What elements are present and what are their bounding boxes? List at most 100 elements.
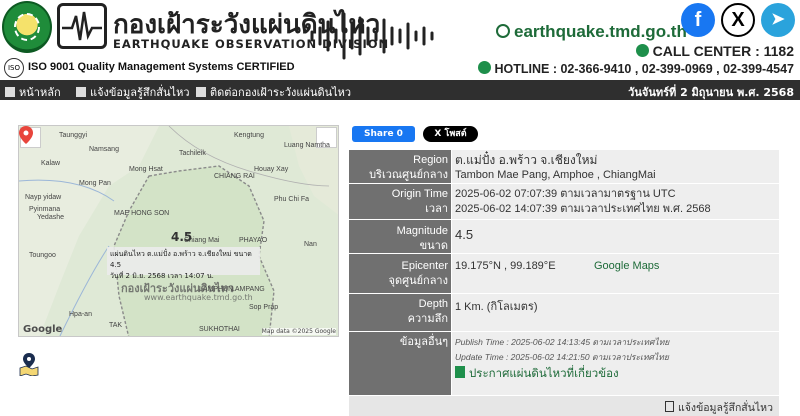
region-thai: ต.แม่ปั๋ง อ.พร้าว จ.เชียงใหม่: [455, 153, 598, 167]
epicenter-label-en: Epicenter: [401, 260, 448, 272]
map-label: Mong Pan: [79, 180, 111, 187]
update-time: Update Time : 2025-06-02 14:21:50 ตามเวล…: [455, 352, 669, 362]
document-icon: [455, 366, 465, 378]
nav-home-label: หน้าหลัก: [19, 86, 61, 99]
hotline-text: HOTLINE : 02-366-9410 , 02-399-0969 , 02…: [494, 62, 794, 76]
magnitude-value: 4.5: [452, 220, 779, 253]
home-icon: [5, 87, 15, 97]
magnitude-label-en: Magnitude: [396, 225, 448, 237]
epicenter-row: Epicenter จุดศูนย์กลาง 19.175°N , 99.189°…: [349, 253, 779, 293]
map-label: MAE HONG SON: [114, 210, 170, 217]
magnitude-label-th: ขนาด: [419, 240, 448, 252]
map-label: LAMPANG: [231, 286, 265, 293]
magnitude-row: Magnitude ขนาด 4.5: [349, 219, 779, 253]
report-felt-link[interactable]: แจ้งข้อมูลรู้สึกสั่นไหว: [665, 399, 773, 416]
google-logo: Google: [23, 324, 63, 335]
map-label: Mong Hsat: [129, 166, 163, 173]
x-twitter-icon[interactable]: X: [721, 3, 755, 37]
map-watermark-url: www.earthquake.tmd.go.th: [144, 293, 253, 302]
publish-time: Publish Time : 2025-06-02 14:13:45 ตามเว…: [455, 337, 670, 347]
origin-label-en: Origin Time: [391, 188, 448, 200]
map-label: Toungoo: [29, 252, 56, 259]
map-label: Phu Chi Fa: [274, 196, 310, 203]
related-announcements-link[interactable]: ประกาศแผ่นดินไหวที่เกี่ยวข้อง: [455, 366, 619, 382]
earthquake-map[interactable]: Taunggyi Kengtung Namsang Mong Hsat Kala…: [18, 125, 339, 337]
map-label: TAK: [109, 322, 123, 329]
call-center: CALL CENTER : 1182: [635, 43, 794, 59]
report-icon: [76, 87, 86, 97]
telegram-icon[interactable]: ➤: [761, 3, 795, 37]
origin-time-label: Origin Time เวลา: [349, 184, 451, 219]
origin-time-thai: 2025-06-02 14:07:39 ตามเวลาประเทศไทย พ.ศ…: [455, 203, 711, 215]
report-icon: [665, 401, 675, 412]
location-map-icon[interactable]: [18, 352, 40, 376]
map-label: Namsang: [89, 146, 119, 153]
map-label: Nayp yidaw: [25, 194, 62, 201]
site-header: กองเฝ้าระวังแผ่นดินไหว EARTHQUAKE OBSERV…: [0, 0, 800, 80]
map-label: PHAYAO: [239, 237, 268, 244]
iso-badge-icon: ISO: [4, 58, 24, 78]
map-label: Yedashe: [37, 214, 64, 221]
map-label: Nan: [304, 241, 317, 248]
map-label: Tachileik: [179, 150, 206, 157]
nav-report-felt[interactable]: แจ้งข้อมูลรู้สึกสั่นไหว: [76, 83, 190, 101]
map-label: Pyinmana: [29, 206, 61, 213]
x-post-button[interactable]: X โพสต์: [423, 126, 478, 142]
magnitude-label: Magnitude ขนาด: [349, 220, 451, 253]
region-label: Region บริเวณศูนย์กลาง: [349, 150, 451, 183]
call-center-text: CALL CENTER : 1182: [652, 43, 794, 59]
region-row: Region บริเวณศูนย์กลาง ต.แม่ปั๋ง อ.พร้าว …: [349, 149, 779, 183]
map-label: CHIANG RAI: [214, 173, 255, 180]
department-logo: [2, 1, 52, 53]
origin-label-th: เวลา: [425, 203, 448, 215]
seismograph-logo-icon: [57, 3, 107, 49]
epicenter-label-th: จุดศูนย์กลาง: [388, 275, 449, 287]
region-label-en: Region: [413, 154, 448, 166]
map-label: Houay Xay: [254, 166, 289, 173]
nav-report-label: แจ้งข้อมูลรู้สึกสั่นไหว: [90, 86, 190, 99]
google-maps-link[interactable]: Google Maps: [594, 259, 659, 274]
other-info-label-text: ข้อมูลอื่นๆ: [399, 336, 448, 348]
facebook-share-button[interactable]: Share 0: [352, 126, 415, 142]
popup-line-1: แผ่นดินไหว ต.แม่ปั๋ง อ.พร้าว จ.เชียงใหม่…: [110, 250, 252, 269]
region-english: Tambon Mae Pang, Amphoe , ChiangMai: [455, 169, 656, 181]
depth-value: 1 Km. (กิโลเมตร): [452, 294, 779, 331]
site-url-link[interactable]: earthquake.tmd.go.th: [496, 22, 687, 42]
other-info-label: ข้อมูลอื่นๆ: [349, 332, 451, 395]
map-info-popup: แผ่นดินไหว ต.แม่ปั๋ง อ.พร้าว จ.เชียงใหม่…: [107, 247, 260, 280]
region-label-th: บริเวณศูนย์กลาง: [369, 169, 448, 181]
facebook-icon[interactable]: f: [681, 3, 715, 37]
map-label: SUKHOTHAI: [199, 326, 240, 333]
mail-icon: [196, 87, 206, 97]
phone-icon: [635, 44, 649, 57]
epicenter-label: Epicenter จุดศูนย์กลาง: [349, 254, 451, 293]
map-label: Kengtung: [234, 132, 264, 139]
depth-label-th: ความลึก: [407, 313, 448, 325]
site-url-text: earthquake.tmd.go.th: [514, 22, 687, 41]
bottom-bar: แจ้งข้อมูลรู้สึกสั่นไหว: [349, 396, 779, 416]
origin-time-value: 2025-06-02 07:07:39 ตามเวลามาตรฐาน UTC 20…: [452, 184, 779, 219]
epicenter-value: 19.175°N , 99.189°E Google Maps: [452, 254, 779, 293]
globe-icon: [496, 24, 510, 38]
map-label: Kalaw: [41, 160, 61, 167]
main-navbar: หน้าหลัก แจ้งข้อมูลรู้สึกสั่นไหว ติดต่อก…: [0, 80, 800, 100]
related-link-text: ประกาศแผ่นดินไหวที่เกี่ยวข้อง: [469, 368, 619, 380]
depth-label-en: Depth: [418, 298, 448, 310]
map-label: Luang Namtha: [284, 142, 330, 149]
epicenter-marker-icon[interactable]: [19, 126, 33, 144]
origin-time-row: Origin Time เวลา 2025-06-02 07:07:39 ตามเ…: [349, 183, 779, 219]
nav-contact[interactable]: ติดต่อกองเฝ้าระวังแผ่นดินไหว: [196, 83, 351, 101]
nav-contact-label: ติดต่อกองเฝ้าระวังแผ่นดินไหว: [210, 86, 352, 99]
map-magnitude-label: 4.5: [171, 230, 193, 244]
iso-certification-text: ISO 9001 Quality Management Systems CERT…: [28, 61, 295, 73]
phone-icon: [477, 61, 491, 74]
region-value: ต.แม่ปั๋ง อ.พร้าว จ.เชียงใหม่ Tambon Mae …: [452, 150, 779, 183]
map-credit[interactable]: Map data ©2025 Google: [261, 328, 336, 335]
map-label: Sop Prap: [249, 304, 279, 311]
publish-update-times: Publish Time : 2025-06-02 14:13:45 ตามเว…: [455, 335, 669, 365]
report-felt-text: แจ้งข้อมูลรู้สึกสั่นไหว: [678, 402, 773, 414]
seismic-wave-decoration: [310, 12, 434, 60]
current-date: วันจันทร์ที่ 2 มิถุนายน พ.ศ. 2568: [628, 86, 794, 99]
earthquake-details-table: Region บริเวณศูนย์กลาง ต.แม่ปั๋ง อ.พร้าว …: [349, 149, 779, 395]
nav-home[interactable]: หน้าหลัก: [5, 83, 61, 101]
